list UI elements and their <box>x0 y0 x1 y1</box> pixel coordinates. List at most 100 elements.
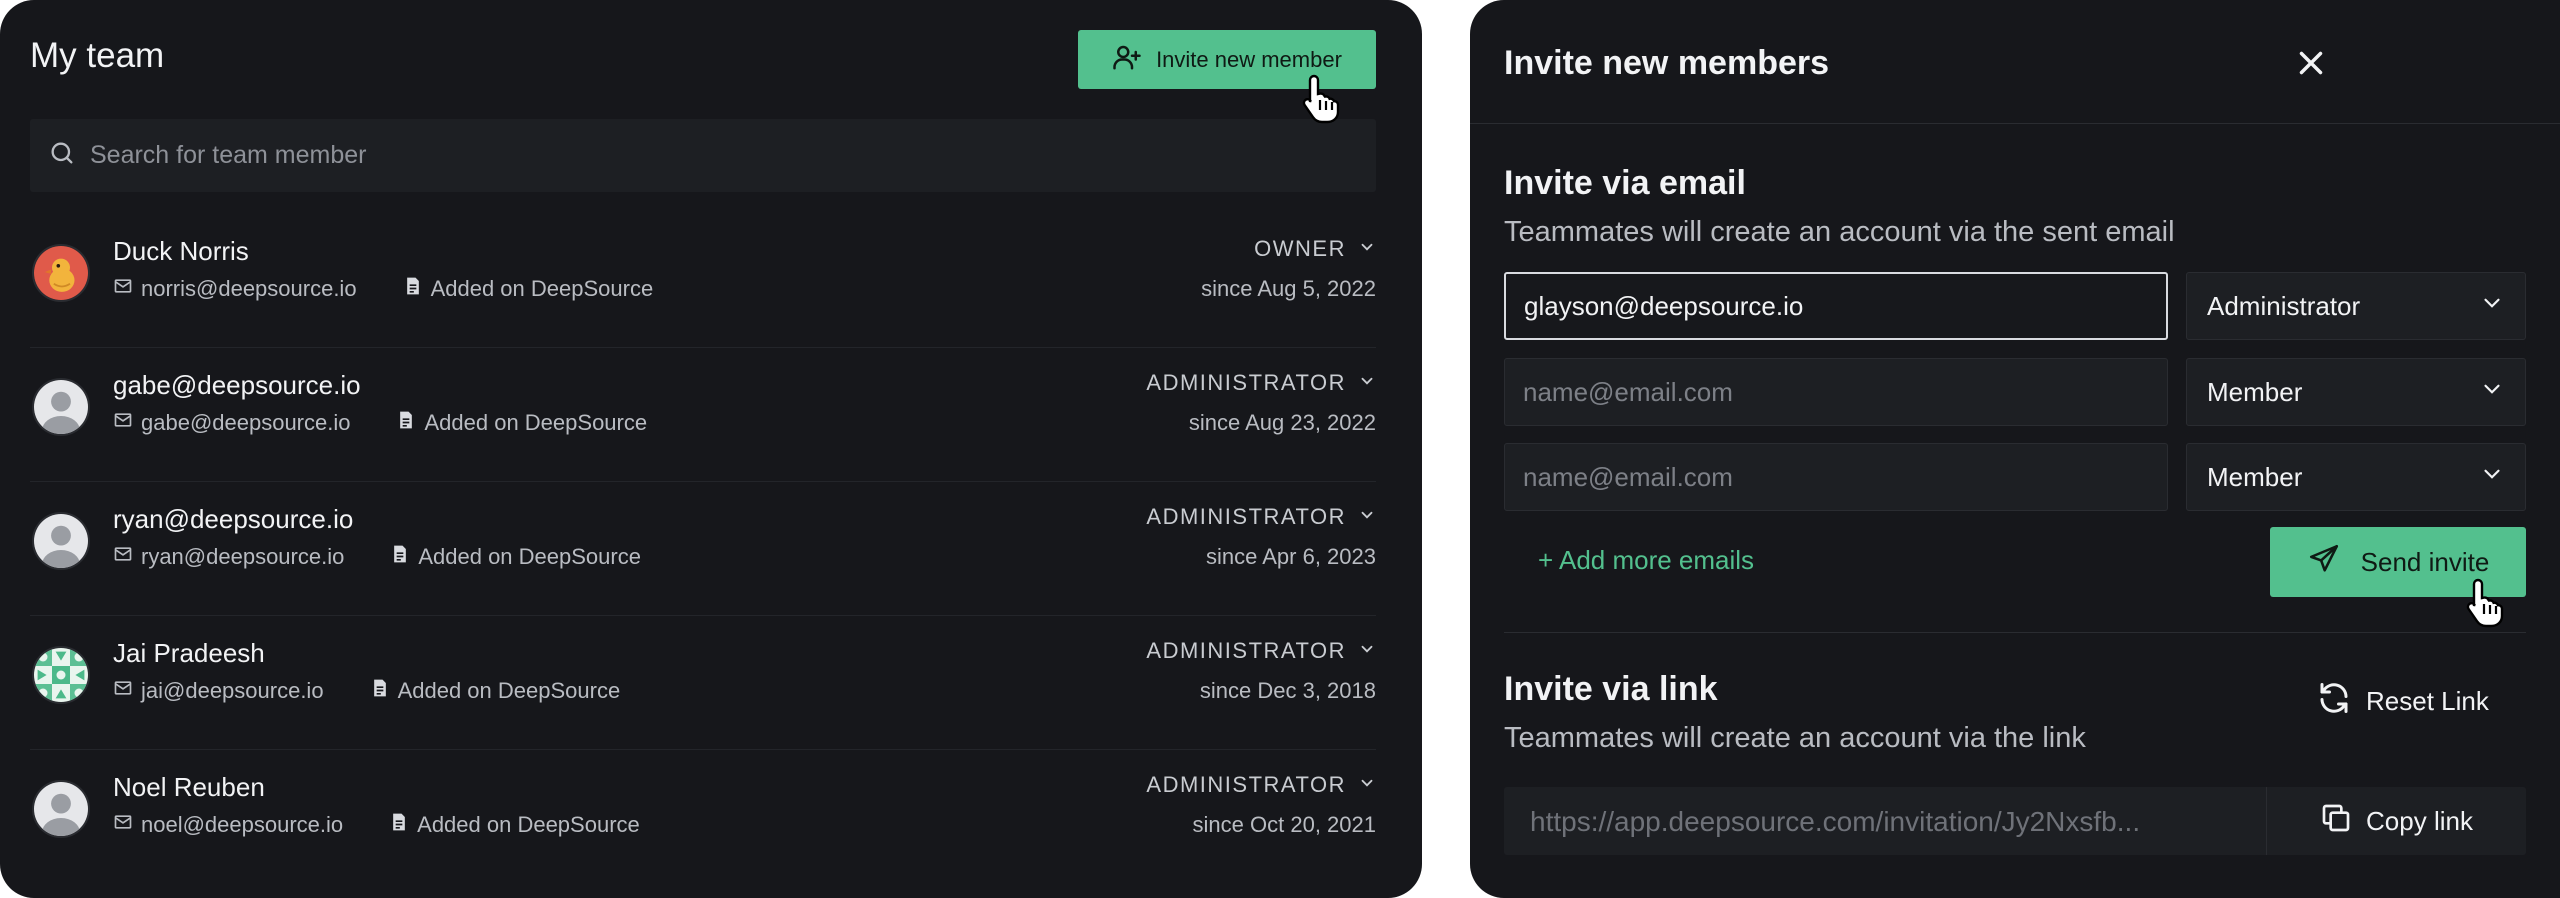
member-row: Duck Norris norris@deepsource.io Added o… <box>30 214 1376 348</box>
member-name: gabe@deepsource.io <box>113 370 361 400</box>
member-row: ryan@deepsource.io ryan@deepsource.io Ad… <box>30 482 1376 616</box>
member-meta: norris@deepsource.io Added on DeepSource <box>113 276 653 302</box>
member-name: Duck Norris <box>113 236 249 266</box>
hand-cursor-icon <box>1300 72 1344 124</box>
pattern-avatar <box>32 646 90 704</box>
user-plus-icon <box>1112 42 1142 78</box>
invite-new-member-label: Invite new member <box>1156 46 1342 72</box>
member-email: gabe@deepsource.io <box>141 410 351 435</box>
search-box[interactable] <box>30 119 1376 192</box>
reset-link-label: Reset Link <box>2366 686 2489 716</box>
member-role: ADMINISTRATOR <box>1146 504 1346 529</box>
member-source: Added on DeepSource <box>424 410 648 435</box>
document-icon <box>390 544 410 570</box>
member-since: since Oct 20, 2021 <box>1192 812 1376 837</box>
member-role: ADMINISTRATOR <box>1146 772 1346 797</box>
chevron-down-icon <box>1358 772 1376 798</box>
role-select[interactable]: Member <box>2186 443 2526 511</box>
member-email: norris@deepsource.io <box>141 276 357 301</box>
send-invite-label: Send invite <box>2360 546 2490 577</box>
member-source: Added on DeepSource <box>418 544 641 569</box>
role-select[interactable]: Administrator <box>2186 272 2526 340</box>
email-field[interactable] <box>1504 272 2168 340</box>
copy-icon <box>2320 802 2352 841</box>
member-email: noel@deepsource.io <box>141 812 344 837</box>
member-since: since Aug 5, 2022 <box>1201 276 1376 301</box>
email-field[interactable] <box>1504 443 2168 511</box>
document-icon <box>403 276 423 302</box>
member-row: gabe@deepsource.io gabe@deepsource.io Ad… <box>30 348 1376 482</box>
role-select-value: Member <box>2207 376 2303 407</box>
default-avatar <box>32 512 90 570</box>
invite-email-description: Teammates will create an account via the… <box>1504 216 2175 248</box>
role-dropdown[interactable]: ADMINISTRATOR <box>1146 772 1376 798</box>
copy-link-button[interactable]: Copy link <box>2266 787 2526 855</box>
role-select-value: Administrator <box>2207 290 2361 321</box>
add-more-emails-link[interactable]: + Add more emails <box>1538 545 1754 576</box>
search-icon <box>48 139 76 172</box>
duck-avatar <box>32 244 90 302</box>
mail-icon <box>113 678 133 704</box>
mail-icon <box>113 410 133 436</box>
role-select[interactable]: Member <box>2186 358 2526 426</box>
default-avatar <box>32 780 90 838</box>
member-name: Noel Reuben <box>113 772 265 802</box>
section-divider <box>1504 632 2526 633</box>
chevron-down-icon <box>1358 370 1376 396</box>
member-meta: jai@deepsource.io Added on DeepSource <box>113 678 620 704</box>
member-email: ryan@deepsource.io <box>141 544 345 569</box>
invite-link-box: https://app.deepsource.com/invitation/Jy… <box>1504 787 2526 855</box>
role-dropdown[interactable]: ADMINISTRATOR <box>1146 504 1376 530</box>
page-title: My team <box>30 36 165 75</box>
member-source: Added on DeepSource <box>417 812 640 837</box>
member-source: Added on DeepSource <box>397 678 621 703</box>
chevron-down-icon <box>1358 236 1376 262</box>
member-email: jai@deepsource.io <box>141 678 324 703</box>
invite-email-title: Invite via email <box>1504 164 1746 202</box>
team-panel: My team Invite new member Search for tea… <box>0 0 1422 898</box>
default-avatar <box>32 378 90 436</box>
member-role: OWNER <box>1254 236 1346 261</box>
member-role: ADMINISTRATOR <box>1146 638 1346 663</box>
member-row: Jai Pradeesh jai@deepsource.io Added on … <box>30 616 1376 750</box>
document-icon <box>396 410 416 436</box>
chevron-down-icon <box>2479 461 2505 494</box>
role-dropdown[interactable]: OWNER <box>1254 236 1376 262</box>
member-name: ryan@deepsource.io <box>113 504 354 534</box>
document-icon <box>370 678 390 704</box>
email-input[interactable] <box>1523 461 2149 493</box>
refresh-icon <box>2316 680 2352 723</box>
role-select-value: Member <box>2207 461 2303 492</box>
chevron-down-icon <box>2479 376 2505 409</box>
chevron-down-icon <box>1358 504 1376 530</box>
invite-header: Invite new members <box>1470 0 2560 124</box>
member-since: since Aug 23, 2022 <box>1188 410 1376 435</box>
invite-panel: Invite new members Invite via email Team… <box>1470 0 2560 898</box>
member-source: Added on DeepSource <box>430 276 654 301</box>
member-since: since Dec 3, 2018 <box>1199 678 1376 703</box>
mail-icon <box>113 544 133 570</box>
role-dropdown[interactable]: ADMINISTRATOR <box>1146 638 1376 664</box>
email-input[interactable] <box>1524 290 2148 322</box>
invite-link-title: Invite via link <box>1504 670 1718 708</box>
member-meta: gabe@deepsource.io Added on DeepSource <box>113 410 647 436</box>
invite-link-url[interactable]: https://app.deepsource.com/invitation/Jy… <box>1530 806 2250 838</box>
chevron-down-icon <box>1358 638 1376 664</box>
role-dropdown[interactable]: ADMINISTRATOR <box>1146 370 1376 396</box>
email-input[interactable] <box>1523 376 2149 408</box>
document-icon <box>389 812 409 838</box>
member-meta: noel@deepsource.io Added on DeepSource <box>113 812 640 838</box>
member-role: ADMINISTRATOR <box>1146 370 1346 395</box>
stage: My team Invite new member Search for tea… <box>0 0 2560 898</box>
reset-link-button[interactable]: Reset Link <box>2316 680 2489 723</box>
copy-link-label: Copy link <box>2366 805 2473 836</box>
close-icon[interactable] <box>2292 44 2330 82</box>
member-name: Jai Pradeesh <box>113 638 265 668</box>
send-icon <box>2307 542 2341 583</box>
member-meta: ryan@deepsource.io Added on DeepSource <box>113 544 641 570</box>
hand-cursor-icon <box>2464 576 2508 628</box>
invite-link-description: Teammates will create an account via the… <box>1504 722 2086 754</box>
member-row: Noel Reuben noel@deepsource.io Added on … <box>30 750 1376 884</box>
email-field[interactable] <box>1504 358 2168 426</box>
search-input[interactable] <box>90 141 1376 170</box>
